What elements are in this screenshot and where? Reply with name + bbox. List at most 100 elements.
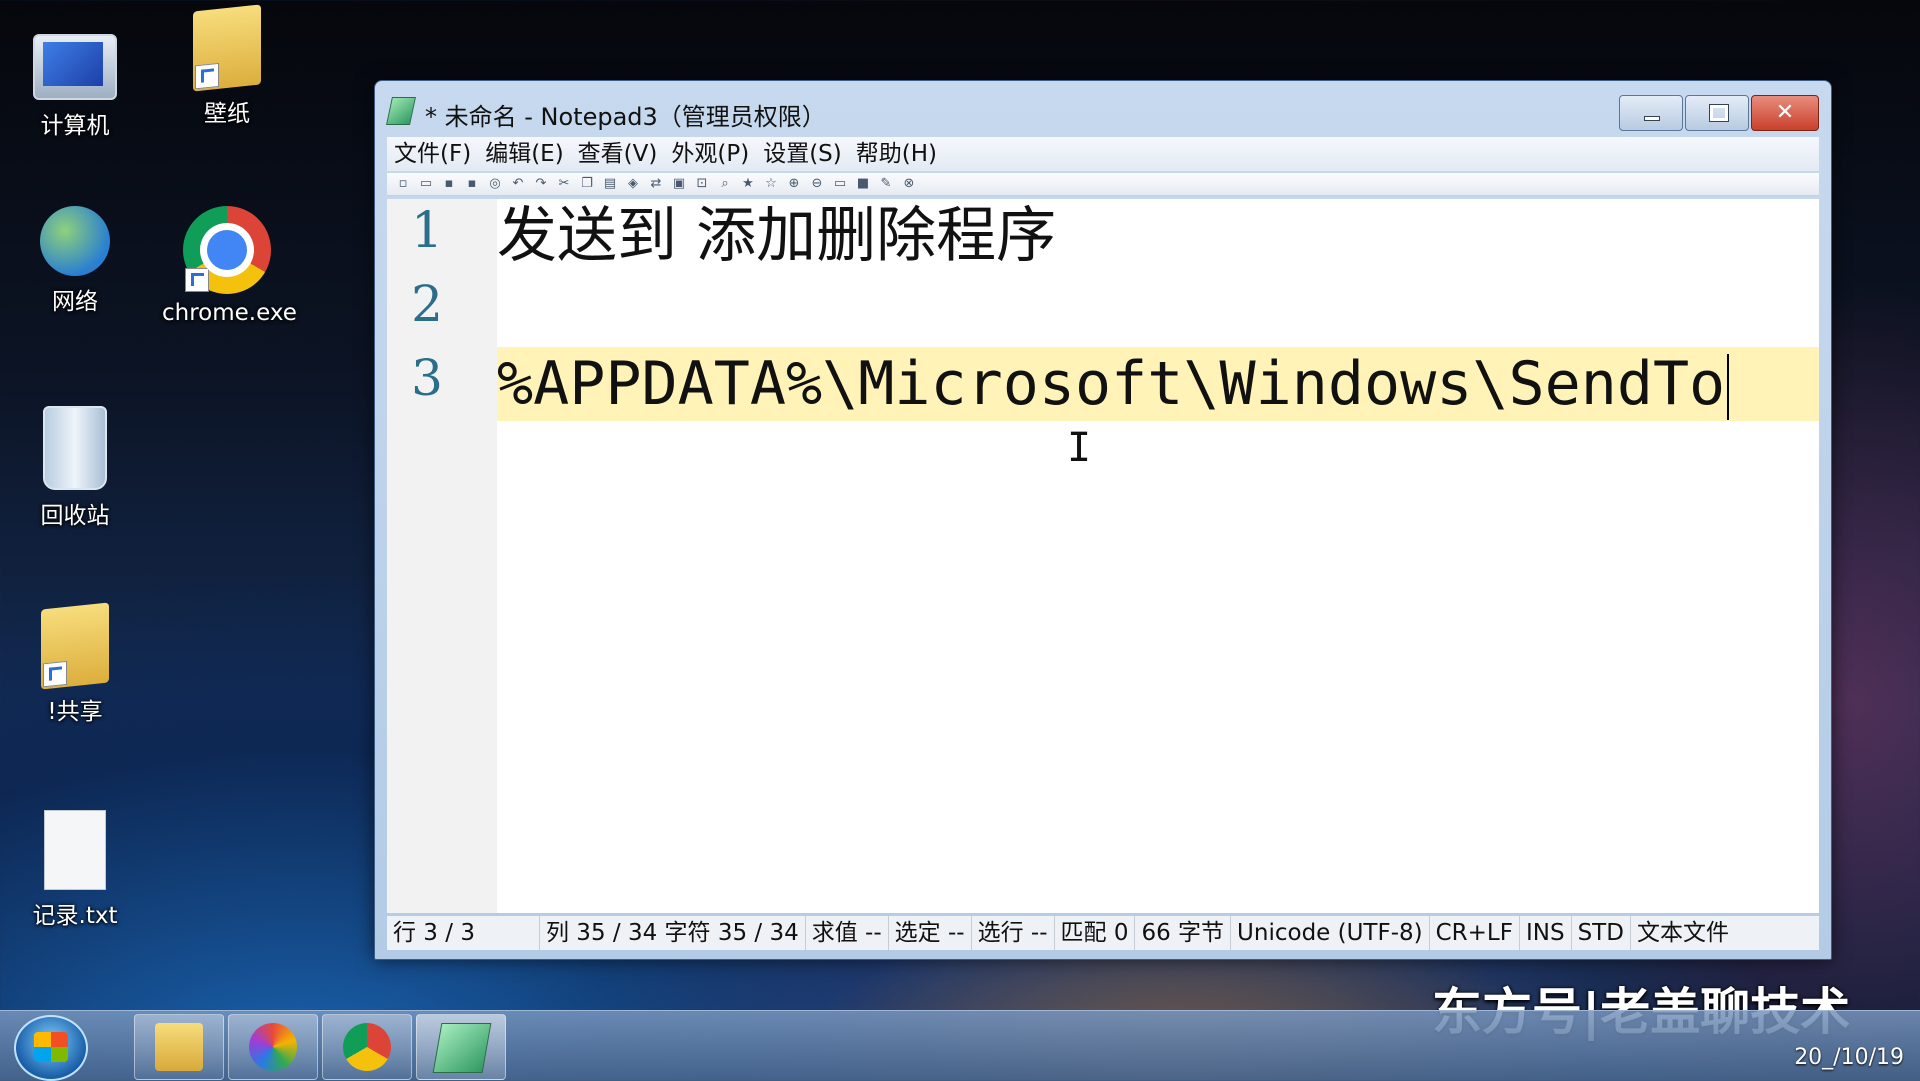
system-tray: 20_/10/19 bbox=[1794, 1019, 1904, 1070]
desktop-icon-share[interactable]: !共享 bbox=[10, 602, 140, 726]
status-filetype[interactable]: 文本文件 bbox=[1631, 916, 1735, 950]
new-icon[interactable]: ▫ bbox=[395, 176, 411, 192]
desktop-icon-label: 回收站 bbox=[40, 503, 110, 529]
cut-icon[interactable]: ✂ bbox=[556, 176, 572, 192]
close-icon: ✕ bbox=[1775, 100, 1795, 125]
notepad3-window: * 未命名 - Notepad3（管理员权限） ✕ 文件(F) 编辑(E) 查看… bbox=[374, 80, 1832, 960]
folder-icon bbox=[41, 602, 109, 690]
minimize-button[interactable] bbox=[1619, 95, 1683, 131]
current-line[interactable]: %APPDATA%\Microsoft\Windows\SendTo bbox=[497, 347, 1819, 421]
desktop-icon-label: 壁纸 bbox=[204, 101, 250, 127]
status-selection: 选定 -- bbox=[889, 916, 972, 950]
menu-edit[interactable]: 编辑(E) bbox=[478, 137, 570, 171]
status-eval: 求值 -- bbox=[806, 916, 889, 950]
status-match: 匹配 0 bbox=[1055, 916, 1136, 950]
status-column: 列 35 / 34 字符 35 / 34 bbox=[540, 916, 806, 950]
zoom-in-icon[interactable]: ⊕ bbox=[786, 176, 802, 192]
pin-icon[interactable]: ✎ bbox=[878, 176, 894, 192]
desktop-icon-record-txt[interactable]: 记录.txt bbox=[10, 810, 140, 930]
notepad3-icon bbox=[386, 97, 416, 125]
shortcut-arrow-icon bbox=[43, 660, 67, 688]
status-encoding[interactable]: Unicode (UTF-8) bbox=[1231, 916, 1430, 950]
menu-help[interactable]: 帮助(H) bbox=[849, 137, 944, 171]
zoom-out-icon[interactable]: ⊖ bbox=[809, 176, 825, 192]
menu-appearance[interactable]: 外观(P) bbox=[664, 137, 756, 171]
status-ins[interactable]: INS bbox=[1520, 916, 1572, 950]
status-bar: 行 3 / 3 列 35 / 34 字符 35 / 34 求值 -- 选定 --… bbox=[387, 915, 1819, 950]
code-line-text: 发送到 添加删除程序 bbox=[497, 201, 1057, 271]
redo-icon[interactable]: ↷ bbox=[533, 176, 549, 192]
line-number: 2 bbox=[411, 275, 443, 333]
revert-icon[interactable]: ◎ bbox=[487, 176, 503, 192]
status-bytes: 66 字节 bbox=[1135, 916, 1232, 950]
desktop-icon-label: !共享 bbox=[47, 699, 103, 725]
desktop-icon-chrome[interactable]: chrome.exe bbox=[162, 206, 297, 326]
status-std[interactable]: STD bbox=[1572, 916, 1631, 950]
toolbar: ▫ ▭ ▪ ▪ ◎ ↶ ↷ ✂ ❐ ▤ ◈ ⇄ ▣ ⊡ ⌕ ★ ☆ ⊕ ⊖ ▭ … bbox=[387, 173, 1819, 196]
chrome-icon bbox=[343, 1023, 391, 1071]
zoom-icon[interactable]: ⊡ bbox=[694, 176, 710, 192]
taskbar-notepad3[interactable] bbox=[416, 1014, 506, 1080]
desktop-icon-wallpaper[interactable]: 壁纸 bbox=[162, 4, 292, 128]
menu-bar: 文件(F) 编辑(E) 查看(V) 外观(P) 设置(S) 帮助(H) bbox=[387, 137, 1819, 171]
maximize-button[interactable] bbox=[1685, 95, 1749, 131]
line-number: 1 bbox=[411, 201, 443, 259]
desktop-icon-recycle-bin[interactable]: 回收站 bbox=[10, 406, 140, 530]
desktop-icon-computer[interactable]: 计算机 bbox=[10, 20, 140, 140]
copy-icon[interactable]: ❐ bbox=[579, 176, 595, 192]
notepad3-icon bbox=[432, 1023, 492, 1073]
undo-icon[interactable]: ↶ bbox=[510, 176, 526, 192]
taskbar: 20_/10/19 bbox=[0, 1010, 1920, 1081]
find-icon[interactable]: ◈ bbox=[625, 176, 641, 192]
desktop-icon-label: 网络 bbox=[52, 289, 98, 315]
ibeam-cursor-icon: I bbox=[1067, 425, 1092, 471]
exit-icon[interactable]: ⊗ bbox=[901, 176, 917, 192]
computer-icon bbox=[33, 34, 117, 100]
open-icon[interactable]: ▭ bbox=[418, 176, 434, 192]
screen-icon[interactable]: ■ bbox=[855, 176, 871, 192]
menu-settings[interactable]: 设置(S) bbox=[756, 137, 849, 171]
line-number: 3 bbox=[411, 349, 443, 407]
save-icon[interactable]: ▪ bbox=[441, 176, 457, 192]
folder-icon bbox=[193, 4, 261, 92]
save-as-icon[interactable]: ▪ bbox=[464, 176, 480, 192]
close-button[interactable]: ✕ bbox=[1751, 95, 1819, 131]
shortcut-arrow-icon bbox=[195, 62, 219, 90]
start-button[interactable] bbox=[14, 1015, 88, 1081]
desktop-icon-label: chrome.exe bbox=[162, 300, 297, 326]
desktop-icon-label: 计算机 bbox=[40, 113, 110, 139]
text-caret bbox=[1727, 354, 1730, 421]
taskbar-color-app[interactable] bbox=[228, 1014, 318, 1080]
paste-icon[interactable]: ▤ bbox=[602, 176, 618, 192]
favorite-icon[interactable]: ★ bbox=[740, 176, 756, 192]
window-title: * 未命名 - Notepad3（管理员权限） bbox=[425, 103, 826, 131]
view-icon[interactable]: ▭ bbox=[832, 176, 848, 192]
chrome-icon bbox=[183, 206, 271, 294]
replace-icon[interactable]: ⇄ bbox=[648, 176, 664, 192]
text-editor[interactable]: 1 2 3 发送到 添加删除程序 %APPDATA%\Microsoft\Win… bbox=[387, 199, 1819, 913]
color-app-icon bbox=[249, 1023, 297, 1071]
status-eol[interactable]: CR+LF bbox=[1430, 916, 1520, 950]
code-line-text: %APPDATA%\Microsoft\Windows\SendTo bbox=[497, 349, 1726, 419]
taskbar-file-explorer[interactable] bbox=[134, 1014, 224, 1080]
menu-file[interactable]: 文件(F) bbox=[387, 137, 478, 171]
wordwrap-icon[interactable]: ▣ bbox=[671, 176, 687, 192]
desktop-icon-label: 记录.txt bbox=[32, 903, 118, 929]
shortcut-arrow-icon bbox=[185, 268, 209, 292]
find-next-icon[interactable]: ⌕ bbox=[717, 176, 733, 192]
file-explorer-icon bbox=[155, 1023, 203, 1071]
status-selected-lines: 选行 -- bbox=[972, 916, 1055, 950]
desktop-icon-network[interactable]: 网络 bbox=[10, 206, 140, 316]
add-favorite-icon[interactable]: ☆ bbox=[763, 176, 779, 192]
text-file-icon bbox=[44, 810, 106, 890]
network-icon bbox=[40, 206, 110, 276]
status-line: 行 3 / 3 bbox=[387, 916, 540, 950]
menu-view[interactable]: 查看(V) bbox=[571, 137, 665, 171]
code-line[interactable]: 发送到 添加删除程序 bbox=[497, 199, 1819, 273]
code-line[interactable] bbox=[497, 273, 1819, 347]
windows-logo-icon bbox=[34, 1032, 68, 1062]
taskbar-chrome[interactable] bbox=[322, 1014, 412, 1080]
recycle-bin-icon bbox=[43, 406, 107, 490]
title-bar[interactable]: * 未命名 - Notepad3（管理员权限） ✕ bbox=[375, 81, 1831, 133]
tray-date[interactable]: 20_/10/19 bbox=[1794, 1045, 1904, 1070]
